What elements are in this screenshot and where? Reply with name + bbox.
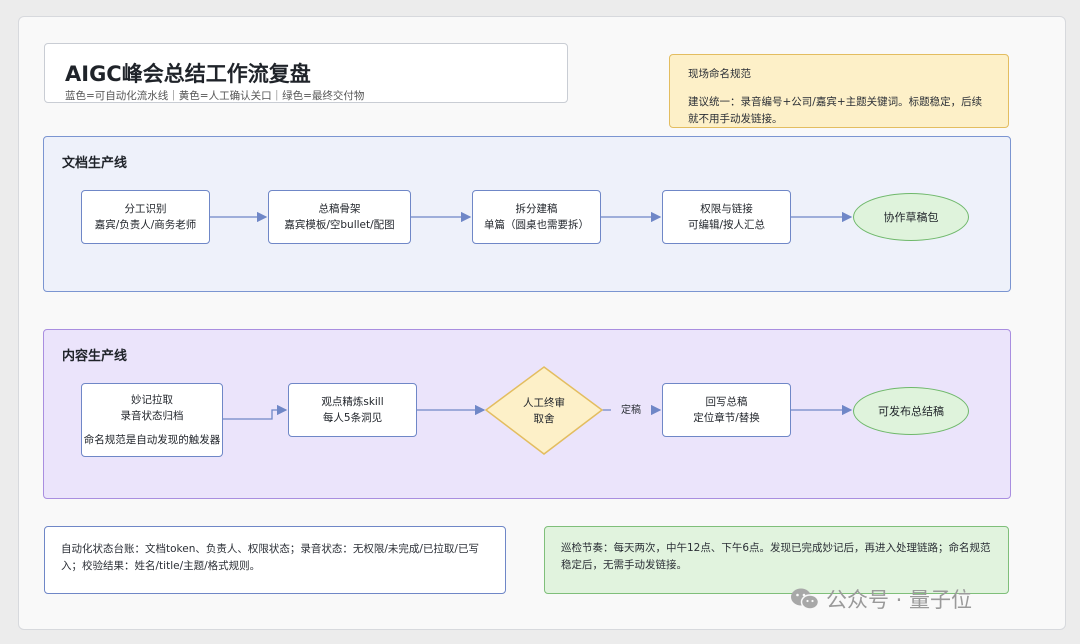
node-role-identify: 分工识别 嘉宾/负责人/商务老师: [81, 190, 210, 244]
status-ledger-note: 自动化状态台账：文档token、负责人、权限状态；录音状态：无权限/未完成/已拉…: [44, 526, 506, 594]
node-insight-skill: 观点精炼skill 每人5条洞见: [288, 383, 417, 437]
watermark: 公众号 · 量子位: [790, 584, 972, 614]
watermark-text: 公众号 · 量子位: [826, 588, 973, 612]
node-split-docs: 拆分建稿 单篇（圆桌也需要拆）: [472, 190, 601, 244]
edge-label-finalize: 定稿: [611, 404, 651, 418]
node-permissions-links: 权限与链接 可编辑/按人汇总: [662, 190, 791, 244]
output-collab-drafts: 协作草稿包: [853, 193, 969, 241]
wechat-icon: [791, 588, 820, 610]
node-draft-skeleton: 总稿骨架 嘉宾模板/空bullet/配图: [268, 190, 411, 244]
node-minutes-pull: 妙记拉取 录音状态归档 命名规范是自动发现的触发器: [81, 383, 223, 457]
output-publishable-summary: 可发布总结稿: [853, 387, 969, 435]
edge-content-1: [223, 404, 288, 420]
node-write-back: 回写总稿 定位章节/替换: [662, 383, 791, 437]
decision-final-review: 人工终审 取舍: [523, 397, 565, 425]
